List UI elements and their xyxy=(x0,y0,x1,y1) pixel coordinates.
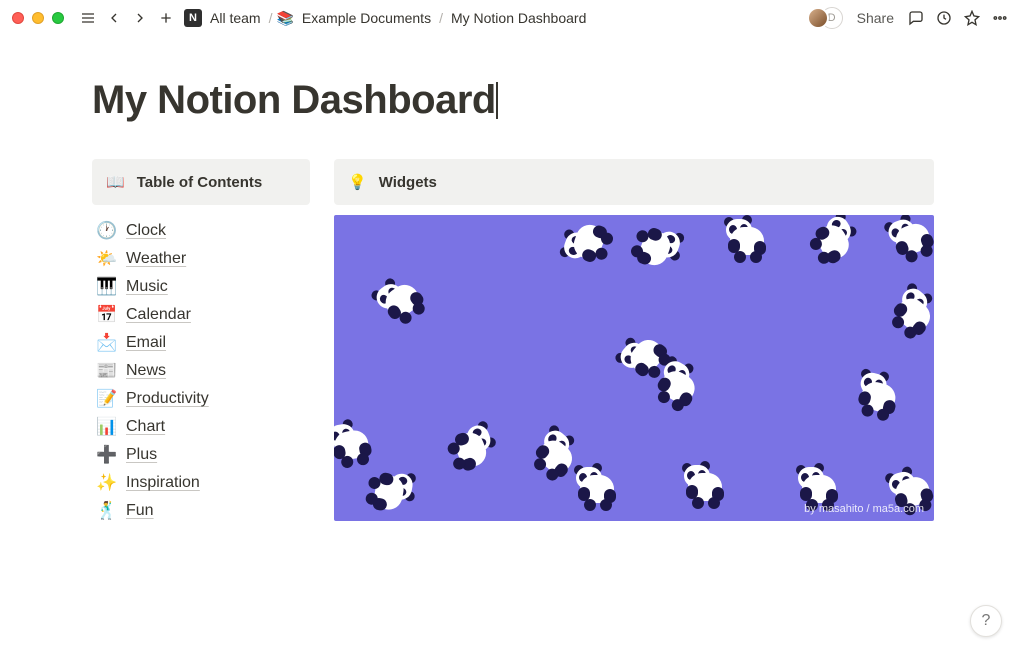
widget-credit: by masahito / ma5a.com xyxy=(804,503,924,515)
toc-item-emoji: 🎹 xyxy=(96,277,116,297)
toc-item-productivity[interactable]: 📝 Productivity xyxy=(92,385,310,413)
panda-sprite xyxy=(574,467,620,507)
toc-item-emoji: 📝 xyxy=(96,389,116,409)
workspace-icon[interactable]: N xyxy=(184,9,202,27)
panda-sprite xyxy=(806,215,864,271)
toc-item-emoji: ➕ xyxy=(96,445,116,465)
toc-item-emoji: 📩 xyxy=(96,333,116,353)
panda-sprite xyxy=(371,269,432,328)
breadcrumb-doc2[interactable]: My Notion Dashboard xyxy=(447,8,590,28)
breadcrumb-doc1-emoji: 📚 xyxy=(276,10,293,27)
book-icon: 📖 xyxy=(106,173,125,191)
toc-item-weather[interactable]: 🌤️ Weather xyxy=(92,245,310,273)
column-widgets: 💡 Widgets xyxy=(334,159,934,525)
panda-sprite xyxy=(560,215,613,269)
toc-item-news[interactable]: 📰 News xyxy=(92,357,310,385)
presence-avatars[interactable]: D xyxy=(807,7,843,29)
toc-item-label: Chart xyxy=(126,418,165,436)
page-title[interactable]: My Notion Dashboard xyxy=(92,78,496,123)
toc-item-emoji: ✨ xyxy=(96,473,116,493)
help-button[interactable]: ? xyxy=(970,605,1002,637)
toc-item-plus[interactable]: ➕ Plus xyxy=(92,441,310,469)
toc-item-emoji: 🕺 xyxy=(96,501,116,521)
panda-sprite xyxy=(885,283,934,343)
toc-item-label: Productivity xyxy=(126,390,209,408)
toc-item-label: Clock xyxy=(126,222,166,240)
widgets-heading-callout[interactable]: 💡 Widgets xyxy=(334,159,934,205)
panda-sprite xyxy=(682,465,728,505)
window-controls xyxy=(12,12,64,24)
toc-list: 🕐 Clock 🌤️ Weather 🎹 Music 📅 Calendar 📩 Email 📰 New… xyxy=(92,217,310,525)
page-title-text: My Notion Dashboard xyxy=(92,78,496,122)
toc-heading-text: Table of Contents xyxy=(137,174,263,191)
column-toc: 📖 Table of Contents 🕐 Clock 🌤️ Weather 🎹 Musi… xyxy=(92,159,310,525)
nav-forward-icon[interactable] xyxy=(128,6,152,30)
widget-embed[interactable]: by masahito / ma5a.com xyxy=(334,215,934,521)
nav-back-icon[interactable] xyxy=(102,6,126,30)
panda-sprite xyxy=(446,421,499,478)
minimize-window[interactable] xyxy=(32,12,44,24)
panda-sprite xyxy=(367,467,414,519)
breadcrumb-sep: / xyxy=(439,10,443,26)
toc-item-inspiration[interactable]: ✨ Inspiration xyxy=(92,469,310,497)
panda-sprite xyxy=(796,467,842,507)
page-body: My Notion Dashboard 📖 Table of Contents … xyxy=(0,36,936,525)
breadcrumb-sep: / xyxy=(269,10,273,26)
toc-item-label: Inspiration xyxy=(126,474,200,492)
toc-item-clock[interactable]: 🕐 Clock xyxy=(92,217,310,245)
bulb-icon: 💡 xyxy=(348,173,367,191)
toc-item-label: News xyxy=(126,362,166,380)
toc-item-emoji: 📰 xyxy=(96,361,116,381)
comments-icon[interactable] xyxy=(904,6,928,30)
toc-item-label: Plus xyxy=(126,446,157,464)
panda-sprite xyxy=(334,419,377,466)
panda-sprite xyxy=(724,219,770,259)
toc-item-calendar[interactable]: 📅 Calendar xyxy=(92,301,310,329)
widgets-heading-text: Widgets xyxy=(379,174,437,191)
zoom-window[interactable] xyxy=(52,12,64,24)
avatar-user-1[interactable] xyxy=(807,7,829,29)
toc-heading-callout[interactable]: 📖 Table of Contents xyxy=(92,159,310,205)
text-caret xyxy=(496,82,498,119)
panda-sprite xyxy=(630,221,683,278)
panda-sprite xyxy=(884,215,934,264)
breadcrumb-workspace[interactable]: All team xyxy=(206,8,265,28)
share-button[interactable]: Share xyxy=(849,10,902,26)
sidebar-toggle-icon[interactable] xyxy=(76,6,100,30)
breadcrumb: N All team / 📚 Example Documents / My No… xyxy=(184,8,590,28)
breadcrumb-doc1[interactable]: Example Documents xyxy=(298,8,435,28)
toc-item-email[interactable]: 📩 Email xyxy=(92,329,310,357)
toc-item-music[interactable]: 🎹 Music xyxy=(92,273,310,301)
toc-item-label: Fun xyxy=(126,502,154,520)
toc-item-emoji: 🌤️ xyxy=(96,249,116,269)
toc-item-emoji: 🕐 xyxy=(96,221,116,241)
toc-item-chart[interactable]: 📊 Chart xyxy=(92,413,310,441)
close-window[interactable] xyxy=(12,12,24,24)
panda-sprite xyxy=(852,370,907,421)
toc-item-emoji: 📊 xyxy=(96,417,116,437)
columns: 📖 Table of Contents 🕐 Clock 🌤️ Weather 🎹 Musi… xyxy=(92,159,936,525)
updates-icon[interactable] xyxy=(932,6,956,30)
toc-item-label: Email xyxy=(126,334,166,352)
toc-item-fun[interactable]: 🕺 Fun xyxy=(92,497,310,525)
toc-item-label: Weather xyxy=(126,250,186,268)
topbar: N All team / 📚 Example Documents / My No… xyxy=(0,0,1024,36)
toc-item-label: Music xyxy=(126,278,168,296)
more-icon[interactable] xyxy=(988,6,1012,30)
toc-item-emoji: 📅 xyxy=(96,305,116,325)
favorite-icon[interactable] xyxy=(960,6,984,30)
toc-item-label: Calendar xyxy=(126,306,191,324)
new-page-icon[interactable] xyxy=(154,6,178,30)
